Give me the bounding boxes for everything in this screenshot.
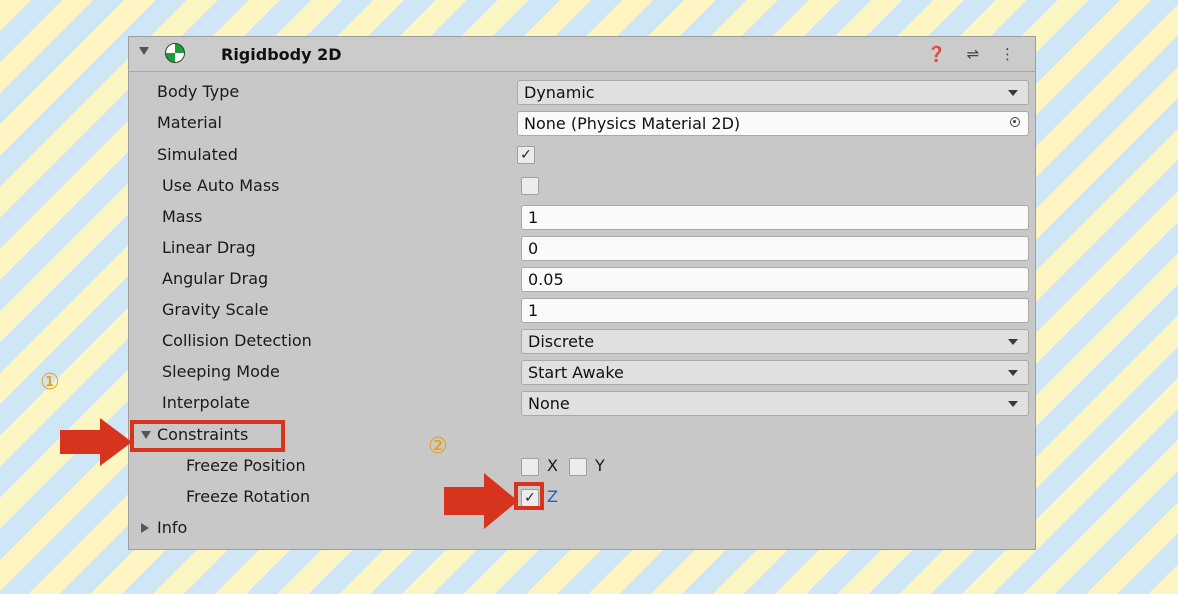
rigidbody2d-inspector: Rigidbody 2D ❓ ⇌ ⋮ Body Type Dynamic Mat… [128, 36, 1036, 550]
annotation-marker-1: ① [40, 370, 60, 395]
constraints-highlight-box [130, 420, 285, 452]
component-foldout-icon[interactable] [139, 47, 149, 55]
freeze-rotation-z-label: Z [547, 487, 558, 506]
interpolate-label: Interpolate [162, 393, 250, 412]
collision-detection-value: Discrete [528, 332, 595, 351]
chevron-down-icon [1008, 339, 1018, 345]
body-type-value: Dynamic [524, 83, 595, 102]
annotation-marker-2: ② [428, 434, 448, 459]
row-info[interactable]: Info [129, 514, 1035, 542]
row-angular-drag: Angular Drag 0.05 [129, 265, 1035, 293]
body-type-label: Body Type [157, 82, 240, 101]
row-material: Material None (Physics Material 2D) [129, 109, 1035, 137]
interpolate-dropdown[interactable]: None [521, 391, 1029, 416]
collision-detection-label: Collision Detection [162, 331, 312, 350]
sleeping-mode-value: Start Awake [528, 363, 624, 382]
sleeping-mode-dropdown[interactable]: Start Awake [521, 360, 1029, 385]
row-interpolate: Interpolate None [129, 389, 1035, 417]
freeze-position-y-checkbox[interactable] [569, 458, 587, 476]
material-object-field[interactable]: None (Physics Material 2D) [517, 111, 1029, 136]
simulated-label: Simulated [157, 145, 238, 164]
chevron-down-icon [1008, 401, 1018, 407]
chevron-down-icon [1008, 370, 1018, 376]
row-body-type: Body Type Dynamic [129, 78, 1035, 106]
freeze-position-x-checkbox[interactable] [521, 458, 539, 476]
annotation-arrow-2-icon [444, 473, 518, 529]
collision-detection-dropdown[interactable]: Discrete [521, 329, 1029, 354]
row-sleeping-mode: Sleeping Mode Start Awake [129, 358, 1035, 386]
interpolate-value: None [528, 394, 570, 413]
row-freeze-position: Freeze Position X Y [129, 452, 1035, 480]
row-linear-drag: Linear Drag 0 [129, 234, 1035, 262]
row-use-auto-mass: Use Auto Mass [129, 172, 1035, 200]
freeze-rotation-label: Freeze Rotation [186, 487, 311, 506]
material-value: None (Physics Material 2D) [524, 114, 741, 133]
mass-input[interactable]: 1 [521, 205, 1029, 230]
use-auto-mass-label: Use Auto Mass [162, 176, 280, 195]
use-auto-mass-checkbox[interactable] [521, 177, 539, 195]
freeze-position-y-label: Y [595, 456, 605, 475]
row-freeze-rotation: Freeze Rotation ✓ Z [129, 483, 1035, 511]
row-mass: Mass 1 [129, 203, 1035, 231]
angular-drag-input[interactable]: 0.05 [521, 267, 1029, 292]
body-type-dropdown[interactable]: Dynamic [517, 80, 1029, 105]
chevron-down-icon [1008, 90, 1018, 96]
rigidbody-icon [165, 43, 185, 63]
freeze-position-x-label: X [547, 456, 558, 475]
annotation-arrow-1-icon [60, 418, 132, 466]
info-foldout-icon[interactable] [141, 523, 149, 533]
material-label: Material [157, 113, 222, 132]
sleeping-mode-label: Sleeping Mode [162, 362, 280, 381]
row-collision-detection: Collision Detection Discrete [129, 327, 1035, 355]
component-header[interactable]: Rigidbody 2D ❓ ⇌ ⋮ [129, 37, 1035, 72]
row-gravity-scale: Gravity Scale 1 [129, 296, 1035, 324]
gravity-scale-label: Gravity Scale [162, 300, 269, 319]
linear-drag-label: Linear Drag [162, 238, 256, 257]
simulated-checkbox[interactable]: ✓ [517, 146, 535, 164]
angular-drag-label: Angular Drag [162, 269, 269, 288]
freeze-position-label: Freeze Position [186, 456, 306, 475]
info-label[interactable]: Info [157, 518, 187, 537]
header-icons[interactable]: ❓ ⇌ ⋮ [927, 45, 1023, 63]
component-title: Rigidbody 2D [221, 45, 342, 64]
gravity-scale-input[interactable]: 1 [521, 298, 1029, 323]
object-picker-icon[interactable] [1010, 117, 1020, 127]
freeze-rotation-z-highlight-box [514, 482, 544, 510]
mass-label: Mass [162, 207, 203, 226]
row-simulated: Simulated ✓ [129, 141, 1035, 169]
linear-drag-input[interactable]: 0 [521, 236, 1029, 261]
